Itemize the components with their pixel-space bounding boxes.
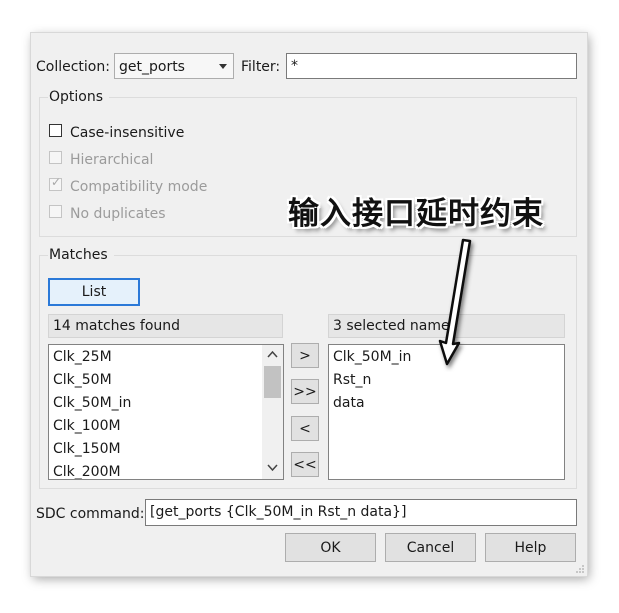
sdc-command-label: SDC command: <box>36 506 145 522</box>
case-insensitive-label: Case-insensitive <box>70 125 185 141</box>
resize-grip-icon[interactable] <box>575 564 585 574</box>
compatibility-mode-checkbox: ✓ <box>49 175 62 191</box>
checkmark-icon: ✓ <box>51 175 62 189</box>
sdc-command-field[interactable]: [get_ports {Clk_50M_in Rst_n data}] <box>145 499 577 526</box>
cancel-button[interactable]: Cancel <box>385 533 476 562</box>
chevron-down-icon[interactable] <box>267 464 278 472</box>
hierarchical-checkbox <box>49 151 62 164</box>
list-item[interactable]: Clk_25M <box>53 349 112 365</box>
annotation-text: 输入接口延时约束 <box>288 196 544 232</box>
add-selected-button[interactable]: > <box>291 343 319 368</box>
remove-selected-button[interactable]: < <box>291 416 319 441</box>
annotation-arrow-icon <box>438 238 472 366</box>
collection-select[interactable]: get_ports <box>114 53 234 79</box>
remove-all-button[interactable]: << <box>291 452 319 477</box>
matches-found-header: 14 matches found <box>48 314 283 338</box>
collection-value: get_ports <box>119 59 185 75</box>
add-all-button[interactable]: >> <box>291 379 319 404</box>
options-title: Options <box>48 89 110 105</box>
compatibility-mode-label: Compatibility mode <box>70 179 208 195</box>
list-item[interactable]: Clk_50M_in <box>53 395 131 411</box>
list-item[interactable]: Clk_100M <box>53 418 121 434</box>
no-duplicates-checkbox <box>49 205 62 218</box>
chevron-up-icon[interactable] <box>267 350 278 358</box>
matches-title: Matches <box>48 247 114 263</box>
ok-button[interactable]: OK <box>285 533 376 562</box>
list-item[interactable]: Clk_50M <box>53 372 112 388</box>
scrollbar-thumb[interactable] <box>264 366 281 398</box>
case-insensitive-checkbox[interactable] <box>49 124 62 137</box>
list-item[interactable]: Clk_50M_in <box>333 349 411 365</box>
matches-scrollbar[interactable] <box>262 345 283 479</box>
filter-label: Filter: <box>241 59 281 75</box>
filter-input[interactable]: * <box>286 53 577 79</box>
list-item[interactable]: Rst_n <box>333 372 371 388</box>
no-duplicates-label: No duplicates <box>70 206 166 222</box>
chevron-down-icon <box>219 64 227 69</box>
node-finder-dialog: Collection: get_ports Filter: * Options … <box>31 33 587 576</box>
list-item[interactable]: data <box>333 395 365 411</box>
list-button[interactable]: List <box>48 278 140 306</box>
collection-label: Collection: <box>36 59 110 75</box>
list-item[interactable]: Clk_150M <box>53 441 121 457</box>
hierarchical-label: Hierarchical <box>70 152 154 168</box>
matches-found-list[interactable]: Clk_25M Clk_50M Clk_50M_in Clk_100M Clk_… <box>48 344 284 480</box>
list-item[interactable]: Clk_200M <box>53 464 121 479</box>
help-button[interactable]: Help <box>485 533 576 562</box>
